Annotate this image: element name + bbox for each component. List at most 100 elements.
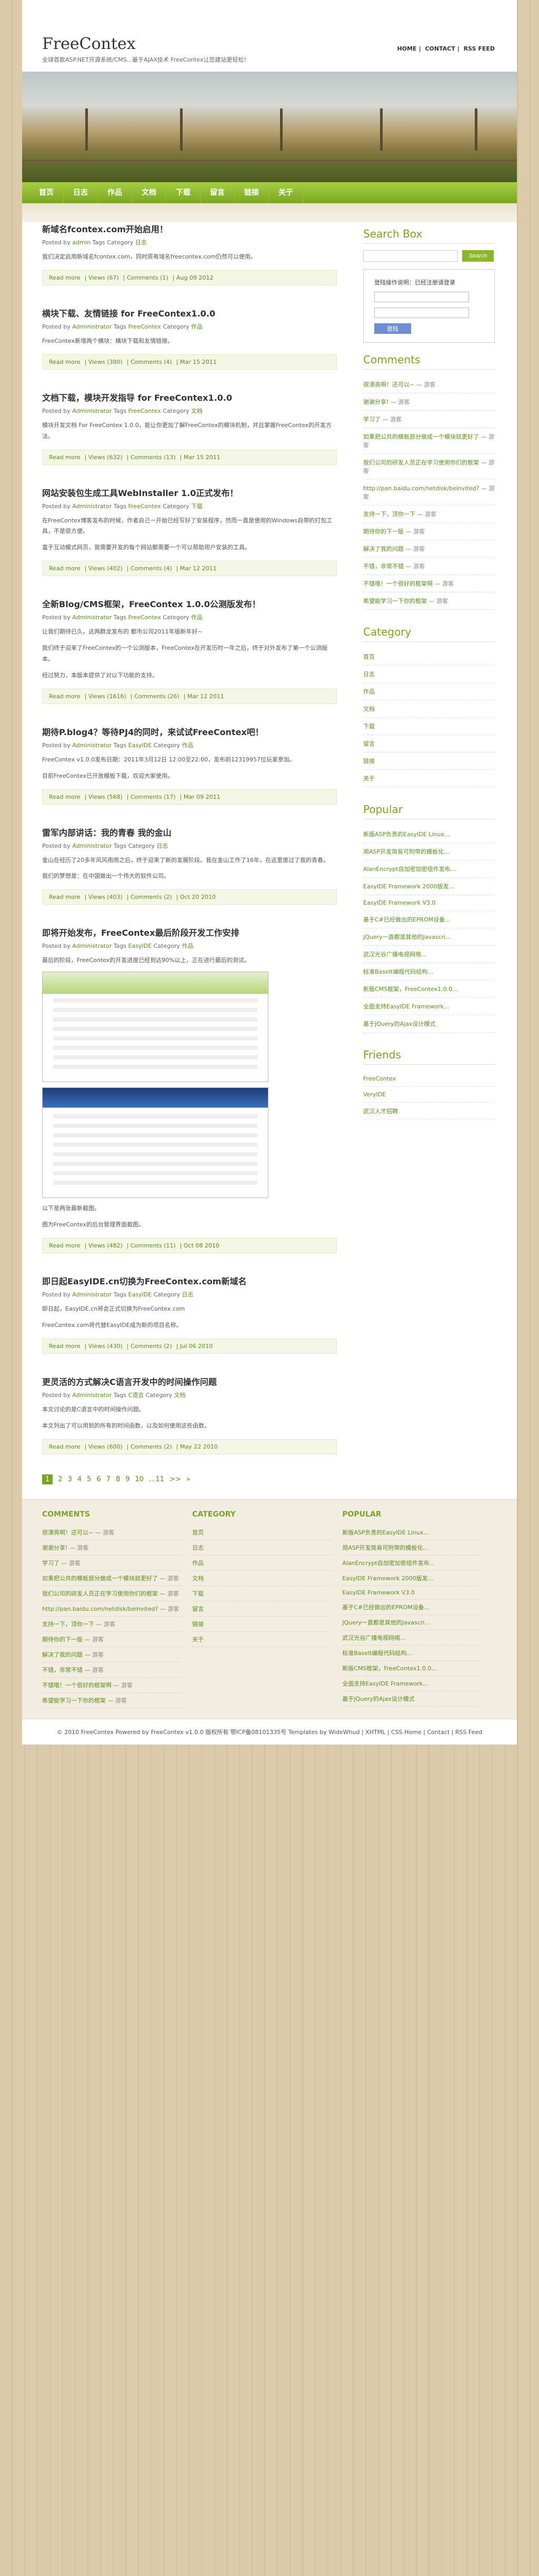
post-title[interactable]: 文档下载，模块开发指导 for FreeContex1.0.0: [42, 391, 337, 403]
category-item[interactable]: 链接: [363, 752, 495, 770]
comment-item-text[interactable]: 不错，非常不错: [363, 563, 404, 570]
footer-comment-item[interactable]: 学习了 — 游客: [42, 1555, 182, 1571]
footer-comment-item[interactable]: 如果把公共的模板部分做成一个模块就更好了 — 游客: [42, 1571, 182, 1586]
footer-popular-item[interactable]: EasyIDE Framework V3.0: [342, 1586, 482, 1600]
footer-popular-item[interactable]: JQuery一直都是其他的Javascri...: [342, 1615, 482, 1630]
category-link[interactable]: 作品: [191, 614, 203, 621]
username-field[interactable]: [374, 292, 469, 302]
popular-item[interactable]: AlanEncrypt自加密加密组件发布...: [363, 860, 495, 878]
post-comments[interactable]: Comments (4): [131, 359, 172, 365]
comment-item[interactable]: 学习了 — 游客: [363, 411, 495, 428]
post-title[interactable]: 网站安装包生成工具WebInstaller 1.0正式发布！: [42, 486, 337, 499]
footer-category-item[interactable]: 文档: [192, 1571, 332, 1586]
category-item[interactable]: 关于: [363, 770, 495, 787]
footer-category-item[interactable]: 链接: [192, 1617, 332, 1632]
post-read-more[interactable]: Read more: [49, 794, 81, 800]
footer-popular-item[interactable]: 新版ASP负责的EasyIDE Linux...: [342, 1525, 482, 1540]
comment-item-text[interactable]: 很漂亮啊！还可以~: [363, 381, 414, 388]
post-read-more[interactable]: Read more: [49, 274, 81, 281]
post-read-more[interactable]: Read more: [49, 359, 81, 365]
post-title[interactable]: 雷军内部讲话：我的青春 我的金山: [42, 826, 337, 838]
author-link[interactable]: Administrator: [72, 614, 112, 621]
author-link[interactable]: Administrator: [72, 843, 112, 849]
popular-item[interactable]: 全面支持EasyIDE Framework...: [363, 998, 495, 1015]
post-comments[interactable]: Comments (13): [131, 454, 176, 461]
category-item[interactable]: 文档: [363, 700, 495, 718]
footer-comment-item-text[interactable]: 解决了我的问题: [42, 1651, 83, 1658]
footer-popular-item[interactable]: 新版CMS框架，FreeContex1.0.0...: [342, 1661, 482, 1676]
category-link[interactable]: 日志: [135, 239, 147, 246]
post-read-more[interactable]: Read more: [49, 1443, 81, 1450]
comment-item[interactable]: 不错，非常不错 — 游客: [363, 558, 495, 575]
page-link[interactable]: >>: [169, 1475, 181, 1483]
category-item[interactable]: 日志: [363, 666, 495, 683]
footer-comment-item[interactable]: 解决了我的问题 — 游客: [42, 1647, 182, 1662]
post-views[interactable]: Views (600): [88, 1443, 123, 1450]
search-input[interactable]: [363, 250, 458, 262]
category-link[interactable]: 作品: [182, 742, 193, 749]
post-views[interactable]: Views (430): [88, 1343, 123, 1350]
post-read-more[interactable]: Read more: [49, 894, 81, 900]
footer-comment-item[interactable]: 不错，非常不错 — 游客: [42, 1662, 182, 1678]
post-views[interactable]: Views (403): [88, 894, 123, 900]
page-link[interactable]: 9: [125, 1475, 129, 1483]
comment-item-text[interactable]: 如果把公共的模板部分做成一个模块就更好了: [363, 433, 479, 440]
nav-item-works[interactable]: 作品: [98, 182, 132, 203]
footer-comment-item[interactable]: http://pan.baidu.com/netdisk/beinvited? …: [42, 1601, 182, 1617]
footer-comment-item-text[interactable]: 期待你的下一版: [42, 1636, 83, 1643]
page-link[interactable]: 1: [42, 1474, 53, 1484]
comment-item-text[interactable]: 解决了我的问题: [363, 546, 404, 552]
popular-item[interactable]: 基于C#已经做出的EPROM设备...: [363, 911, 495, 928]
page-link[interactable]: ...11: [149, 1475, 164, 1483]
post-title[interactable]: 全新Blog/CMS框架，FreeContex 1.0.0公测版发布！: [42, 597, 337, 610]
footer-comment-item-text[interactable]: 很漂亮啊！还可以~: [42, 1529, 93, 1536]
footer-comment-item[interactable]: 希望能学习一下你的框架 — 游客: [42, 1693, 182, 1708]
author-link[interactable]: Administrator: [72, 1291, 112, 1298]
post-views[interactable]: Views (1616): [88, 693, 126, 700]
post-title[interactable]: 即将开始发布，FreeContex最后阶段开发工作安排: [42, 926, 337, 938]
popular-item[interactable]: 新版ASP负责的EasyIDE Linux...: [363, 826, 495, 843]
author-link[interactable]: admin: [72, 239, 90, 246]
popular-item[interactable]: 用ASP开发简易可附带的模板化...: [363, 843, 495, 860]
comment-item-text[interactable]: 我们公司的研发人员正在学习使用你们的框架: [363, 459, 479, 466]
footer-comment-item-text[interactable]: 不错，非常不错: [42, 1667, 83, 1673]
footer-category-item[interactable]: 留言: [192, 1601, 332, 1617]
footer-comment-item-text[interactable]: 不错哦！一个很好的框架啊: [42, 1682, 112, 1689]
footer-popular-item[interactable]: 全面支持EasyIDE Framework...: [342, 1676, 482, 1691]
author-link[interactable]: Administrator: [72, 742, 112, 749]
category-link[interactable]: 作品: [182, 943, 193, 949]
footer-comment-item[interactable]: 很漂亮啊！还可以~ — 游客: [42, 1525, 182, 1540]
tag-link[interactable]: FreeContex: [128, 614, 161, 621]
footer-comment-item[interactable]: 不错哦！一个很好的框架啊 — 游客: [42, 1678, 182, 1693]
post-comments[interactable]: Comments (26): [134, 693, 179, 700]
popular-item[interactable]: EasyIDE Framework V3.0: [363, 895, 495, 911]
post-comments[interactable]: Comments (2): [131, 894, 172, 900]
comment-item-text[interactable]: 谢谢分享!: [363, 399, 388, 405]
tag-link[interactable]: EasyIDE: [128, 943, 152, 949]
friend-link[interactable]: VeryIDE: [363, 1087, 495, 1103]
footer-comment-item-text[interactable]: 学习了: [42, 1560, 59, 1567]
footer-category-item[interactable]: 首页: [192, 1525, 332, 1540]
footer-popular-item[interactable]: AlanEncrypt自加密加密组件发布...: [342, 1555, 482, 1571]
comment-item-text[interactable]: http://pan.baidu.com/netdisk/beinvited?: [363, 485, 479, 492]
page-link[interactable]: 4: [77, 1475, 82, 1483]
nav-item-docs[interactable]: 文档: [132, 182, 166, 203]
category-item[interactable]: 下载: [363, 718, 495, 735]
category-link[interactable]: 文档: [174, 1392, 186, 1399]
tag-link[interactable]: FreeContex: [128, 408, 161, 414]
footer-category-item[interactable]: 作品: [192, 1555, 332, 1571]
search-button[interactable]: Search: [462, 250, 494, 262]
page-link[interactable]: 10: [135, 1475, 144, 1483]
tag-link[interactable]: EasyIDE: [128, 1291, 152, 1298]
category-link[interactable]: 下载: [191, 503, 203, 510]
author-link[interactable]: Administrator: [72, 943, 112, 949]
post-comments[interactable]: Comments (2): [131, 1443, 172, 1450]
comment-item-text[interactable]: 支持一下，顶你一下: [363, 511, 415, 518]
popular-item[interactable]: JQuery一直都是其他的Javascri...: [363, 928, 495, 946]
comment-item[interactable]: 支持一下，顶你一下 — 游客: [363, 506, 495, 523]
nav-item-about[interactable]: 关于: [269, 182, 303, 203]
post-read-more[interactable]: Read more: [49, 565, 81, 572]
comment-item-text[interactable]: 学习了: [363, 416, 381, 423]
footer-category-item[interactable]: 日志: [192, 1540, 332, 1555]
home-link[interactable]: HOME: [397, 45, 417, 52]
